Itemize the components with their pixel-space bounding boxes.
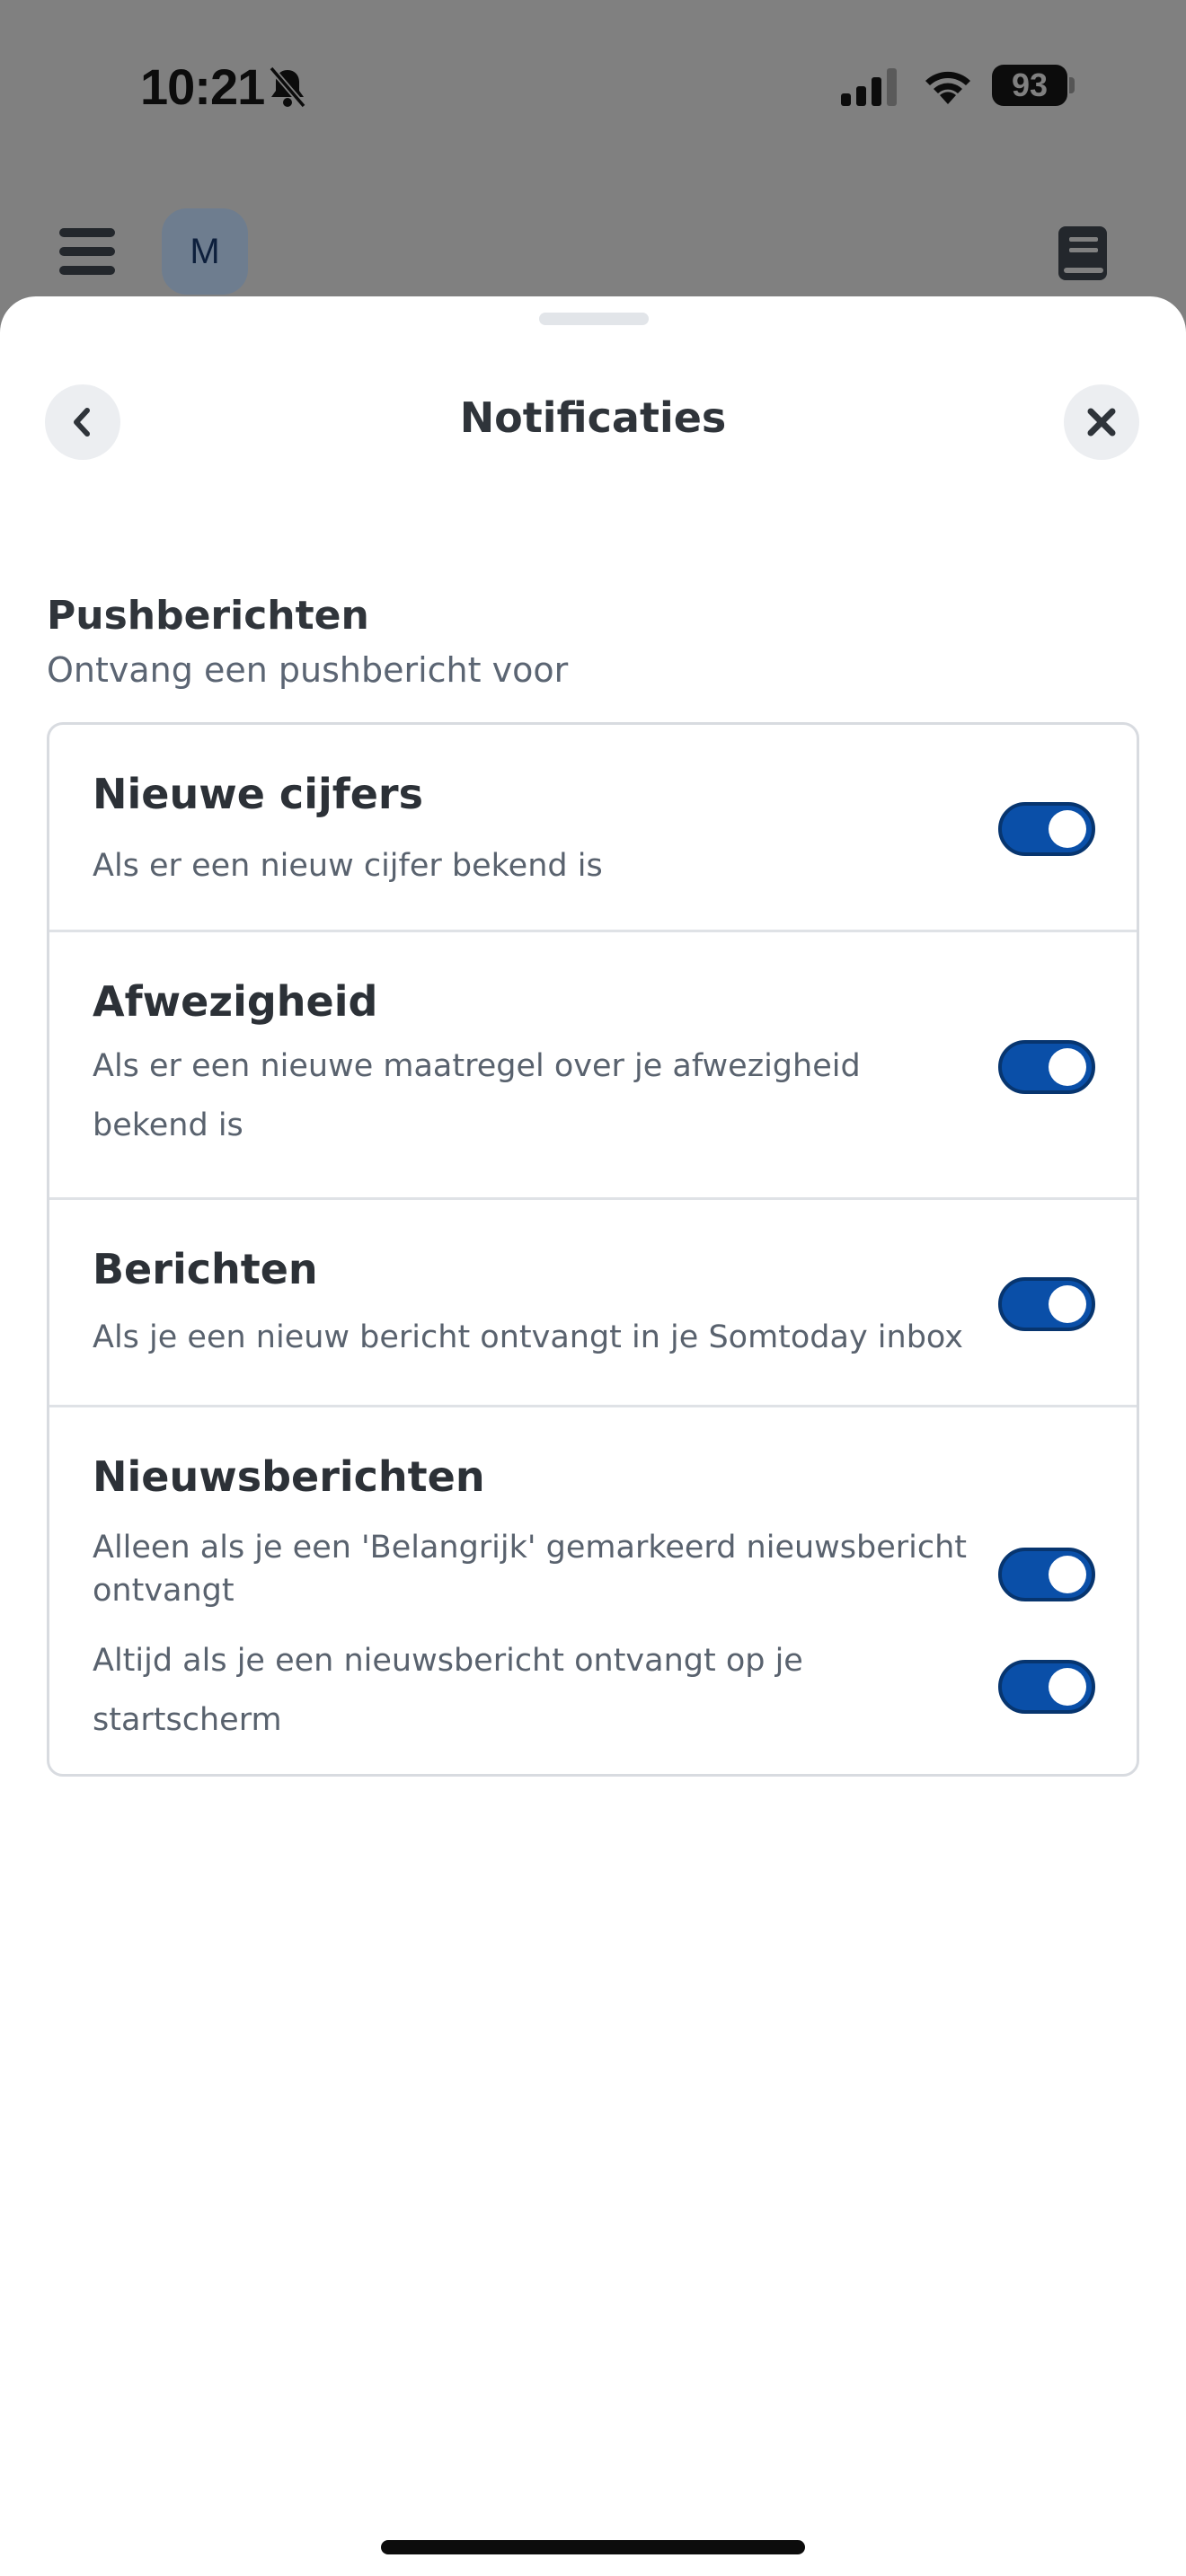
setting-title: Nieuwe cijfers [93,770,423,818]
toggle-berichten[interactable] [998,1277,1095,1331]
sheet-grabber[interactable] [539,313,649,325]
setting-row-nieuwsberichten: Nieuwsberichten Alleen als je een 'Belan… [49,1407,1137,1774]
setting-title: Afwezigheid [93,977,378,1026]
home-indicator [381,2540,805,2554]
wifi-icon [925,71,970,104]
push-settings-card: Nieuwe cijfers Als er een nieuw cijfer b… [47,722,1139,1777]
setting-description: Alleen als je een 'Belangrijk' gemarkeer… [93,1530,968,1609]
setting-row-berichten: Berichten Als je een nieuw bericht ontva… [49,1200,1137,1407]
toggle-nieuwe-cijfers[interactable] [998,802,1095,856]
setting-description: Als er een nieuw cijfer bekend is [93,848,603,884]
setting-description: Als je een nieuw bericht ontvangt in je … [93,1319,963,1355]
menu-icon[interactable] [59,228,115,275]
toggle-nieuwsberichten-belangrijk[interactable] [998,1548,1095,1601]
book-icon[interactable] [1057,225,1109,282]
notifications-sheet: Notificaties Pushberichten Ontvang een p… [0,296,1186,2576]
signal-icon [841,68,897,106]
close-button[interactable] [1064,384,1139,460]
setting-description: Als er een nieuwe maatregel over je afwe… [93,1048,861,1143]
setting-title: Nieuwsberichten [93,1452,485,1501]
setting-title: Berichten [93,1245,318,1293]
close-icon [1087,408,1116,437]
toggle-afwezigheid[interactable] [998,1040,1095,1094]
setting-row-nieuwe-cijfers: Nieuwe cijfers Als er een nieuw cijfer b… [49,725,1137,932]
battery-level: 93 [1011,66,1049,103]
status-bar: 10:21 93 [0,0,1186,171]
toggle-nieuwsberichten-altijd[interactable] [998,1660,1095,1714]
battery-tip [1069,77,1075,93]
section-subtitle: Ontvang een pushbericht voor [47,650,569,690]
bell-slash-icon [269,66,306,109]
setting-row-afwezigheid: Afwezigheid Als er een nieuwe maatregel … [49,932,1137,1200]
avatar-initial: M [190,231,220,271]
status-time: 10:21 [140,58,265,115]
avatar[interactable]: M [162,208,248,295]
setting-description: Altijd als je een nieuwsbericht ontvangt… [93,1643,803,1738]
section-title: Pushberichten [47,593,369,639]
page-title: Notificaties [459,393,727,442]
battery-icon: 93 [992,65,1067,106]
